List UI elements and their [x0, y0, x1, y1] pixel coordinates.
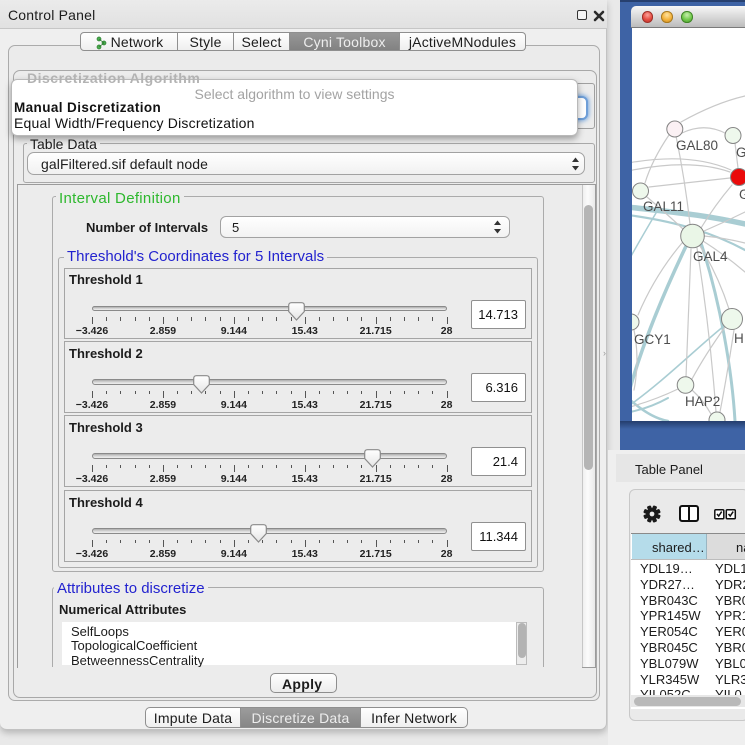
- svg-text:GCY1: GCY1: [634, 332, 671, 347]
- svg-text:GA: GA: [736, 145, 745, 160]
- svg-text:GAL80: GAL80: [676, 138, 718, 153]
- svg-text:GAL11: GAL11: [643, 199, 684, 214]
- svg-text:G: G: [739, 187, 745, 202]
- svg-text:H: H: [734, 331, 744, 346]
- svg-text:HAP2: HAP2: [685, 394, 720, 409]
- svg-text:GAL4: GAL4: [693, 249, 728, 264]
